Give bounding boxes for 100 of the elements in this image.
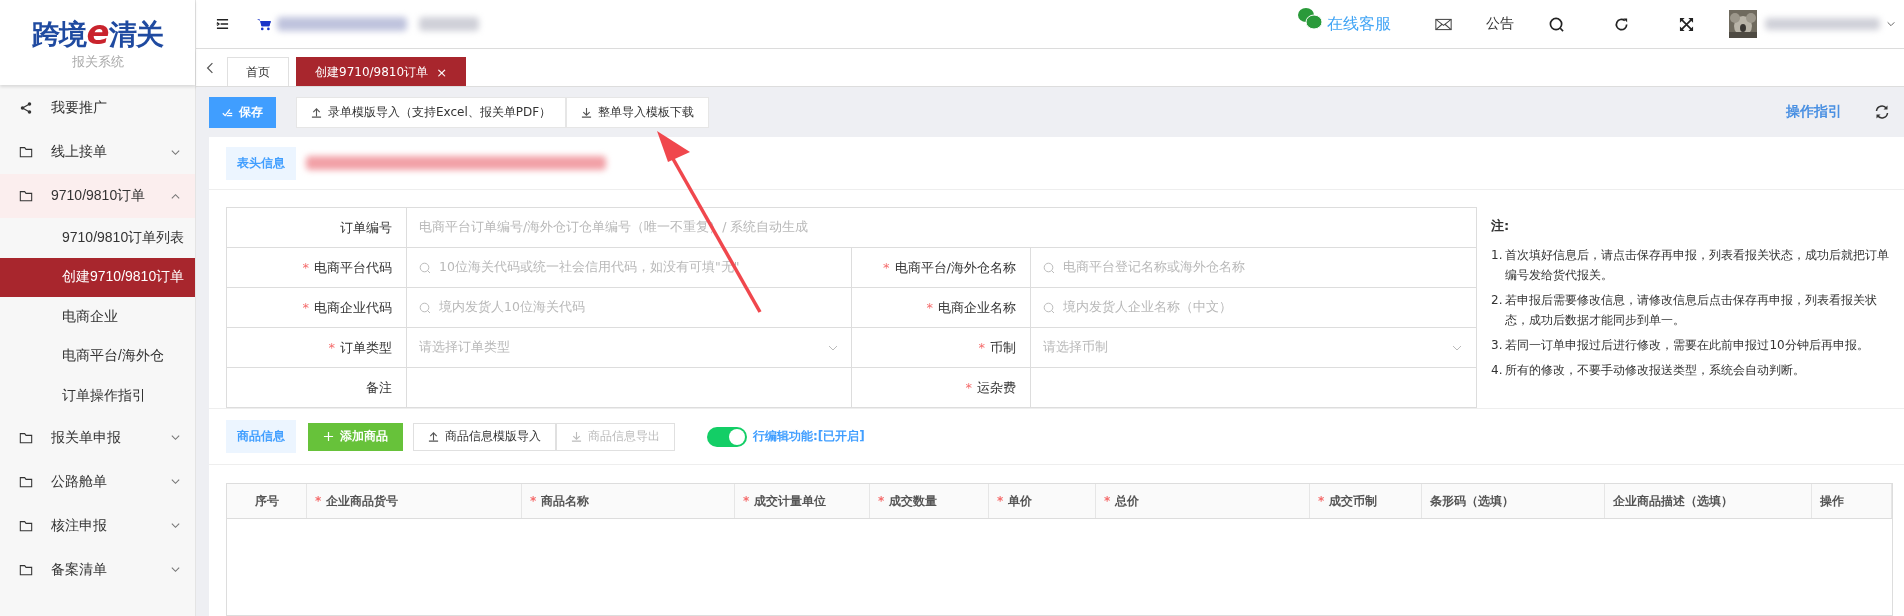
column-header: 操作 [1820, 492, 1844, 510]
column-header: 总价 [1115, 492, 1140, 510]
field-label: 运杂费 [977, 378, 1016, 397]
reload-icon[interactable] [1874, 104, 1890, 120]
column-header: 成交计量单位 [754, 492, 827, 510]
upload-icon [311, 106, 322, 118]
field-label: 电商平台代码 [314, 258, 392, 277]
sidebar-item[interactable]: 核注申报 [0, 503, 195, 548]
note-text: 若同一订单申报过后进行修改，需要在此前申报过10分钟后再申报。 [1505, 337, 1869, 354]
sidebar-subitem[interactable]: 订单操作指引 [0, 376, 195, 416]
column-header: 成交币制 [1329, 492, 1378, 510]
required-mark: * [997, 494, 1004, 508]
required-mark: * [328, 340, 335, 355]
folder-icon [19, 518, 33, 533]
logo-subtitle: 报关系统 [71, 53, 124, 72]
sidebar-item[interactable]: 我要推广 [0, 86, 195, 130]
menu-icon[interactable] [216, 18, 229, 30]
goods-button[interactable]: 商品信息模版导入 [413, 422, 556, 451]
chevron-down-icon [170, 520, 181, 531]
sidebar-item[interactable]: 备案清单 [0, 547, 195, 592]
note-text: 若申报后需要修改信息，请修改信息后点击保存再申报，列表看报关状态，成功后数据才能同步到单一。 [1505, 292, 1879, 329]
required-mark: * [743, 494, 750, 508]
toolbar-button[interactable]: 录单模版导入（支持Excel、报关单PDF） [296, 96, 567, 128]
field-label: 电商企业名称 [938, 298, 1016, 317]
blurred-text [419, 17, 479, 31]
mail-icon[interactable] [1435, 16, 1452, 32]
toolbar-button[interactable]: 整单导入模板下载 [566, 96, 710, 128]
chevron-down-icon [170, 476, 181, 487]
refresh-icon[interactable] [1613, 16, 1630, 32]
required-mark: * [530, 494, 537, 508]
fullscreen-icon[interactable] [1678, 16, 1695, 32]
search-icon [1043, 261, 1055, 274]
sidebar-subitem[interactable]: 9710/9810订单列表 [0, 218, 195, 258]
field-label: 电商平台/海外仓名称 [894, 258, 1016, 277]
column-header: 条形码（选填） [1430, 492, 1514, 510]
section-tag: 表头信息 [226, 146, 296, 180]
search-icon [419, 261, 431, 274]
column-header: 商品名称 [541, 492, 590, 510]
chat-bubbles-icon[interactable] [1297, 7, 1323, 31]
required-mark: * [926, 300, 933, 315]
required-mark: * [315, 494, 322, 508]
logo-title: 跨境e清关 [32, 13, 163, 52]
field-label: 币制 [990, 338, 1016, 357]
note-number: 1. [1491, 247, 1503, 264]
sidebar-subitem[interactable]: 电商平台/海外仓 [0, 336, 195, 376]
close-icon[interactable]: × [436, 64, 448, 80]
note-number: 2. [1491, 292, 1503, 309]
chevron-left-icon[interactable] [206, 60, 214, 75]
sidebar-item[interactable]: 公路舱单 [0, 459, 195, 504]
notice-link[interactable]: 公告 [1486, 15, 1514, 33]
column-header: 企业商品描述（选填） [1613, 492, 1733, 510]
tab[interactable]: 首页 [227, 57, 289, 86]
required-mark: * [302, 260, 309, 275]
required-mark: * [878, 494, 885, 508]
column-header: 单价 [1008, 492, 1033, 510]
share-icon [19, 101, 33, 115]
folder-icon [19, 474, 33, 489]
section-tag: 商品信息 [226, 420, 296, 453]
folder-icon [19, 430, 33, 445]
check-icon [222, 106, 233, 118]
required-mark: * [1104, 494, 1111, 508]
toggle-switch[interactable] [707, 426, 747, 447]
column-header: 企业商品货号 [326, 492, 399, 510]
required-mark: * [883, 260, 890, 275]
sidebar-subitem[interactable]: 创建9710/9810订单 [0, 257, 195, 297]
sidebar-item[interactable]: 报关单申报 [0, 415, 195, 460]
sidebar-item[interactable]: 9710/9810订单 [0, 174, 195, 218]
search-icon [1043, 301, 1055, 314]
sidebar-item[interactable]: 线上接单 [0, 130, 195, 174]
chevron-down-icon [170, 564, 181, 575]
search-icon[interactable] [1548, 16, 1565, 32]
required-mark: * [1318, 494, 1325, 508]
required-mark: * [965, 380, 972, 395]
chevron-down-icon [170, 432, 181, 443]
required-mark: * [302, 300, 309, 315]
download-icon [571, 431, 582, 442]
plus-icon [323, 431, 334, 442]
note-text: 所有的修改，不要手动修改报送类型，系统会自动判断。 [1505, 362, 1806, 379]
download-icon [581, 106, 593, 118]
folder-icon [19, 145, 33, 159]
note-text: 首次填好信息后，请点击保存再申报，列表看报关状态，成功后就把订单编号发给货代报关。 [1505, 247, 1891, 284]
search-icon [419, 301, 431, 314]
tab[interactable]: 创建9710/9810订单 × [296, 57, 467, 86]
folder-icon [19, 189, 33, 203]
required-mark: * [978, 340, 985, 355]
column-header: 序号 [254, 492, 279, 510]
note-number: 4. [1491, 362, 1503, 379]
field-label: 备注 [366, 378, 392, 397]
sidebar-subitem[interactable]: 电商企业 [0, 297, 195, 337]
note-number: 3. [1491, 337, 1503, 354]
upload-icon [428, 431, 439, 442]
field-label: 电商企业代码 [314, 298, 392, 317]
cart-icon[interactable] [257, 17, 271, 31]
field-label: 订单类型 [340, 338, 392, 357]
chevron-down-icon[interactable] [1886, 19, 1896, 29]
field-label: 订单编号 [340, 218, 392, 237]
notes-title: 注: [1491, 217, 1511, 235]
folder-icon [19, 562, 33, 577]
column-header: 成交数量 [889, 492, 938, 510]
toggle-label: 行编辑功能:[已开启] [753, 428, 865, 445]
